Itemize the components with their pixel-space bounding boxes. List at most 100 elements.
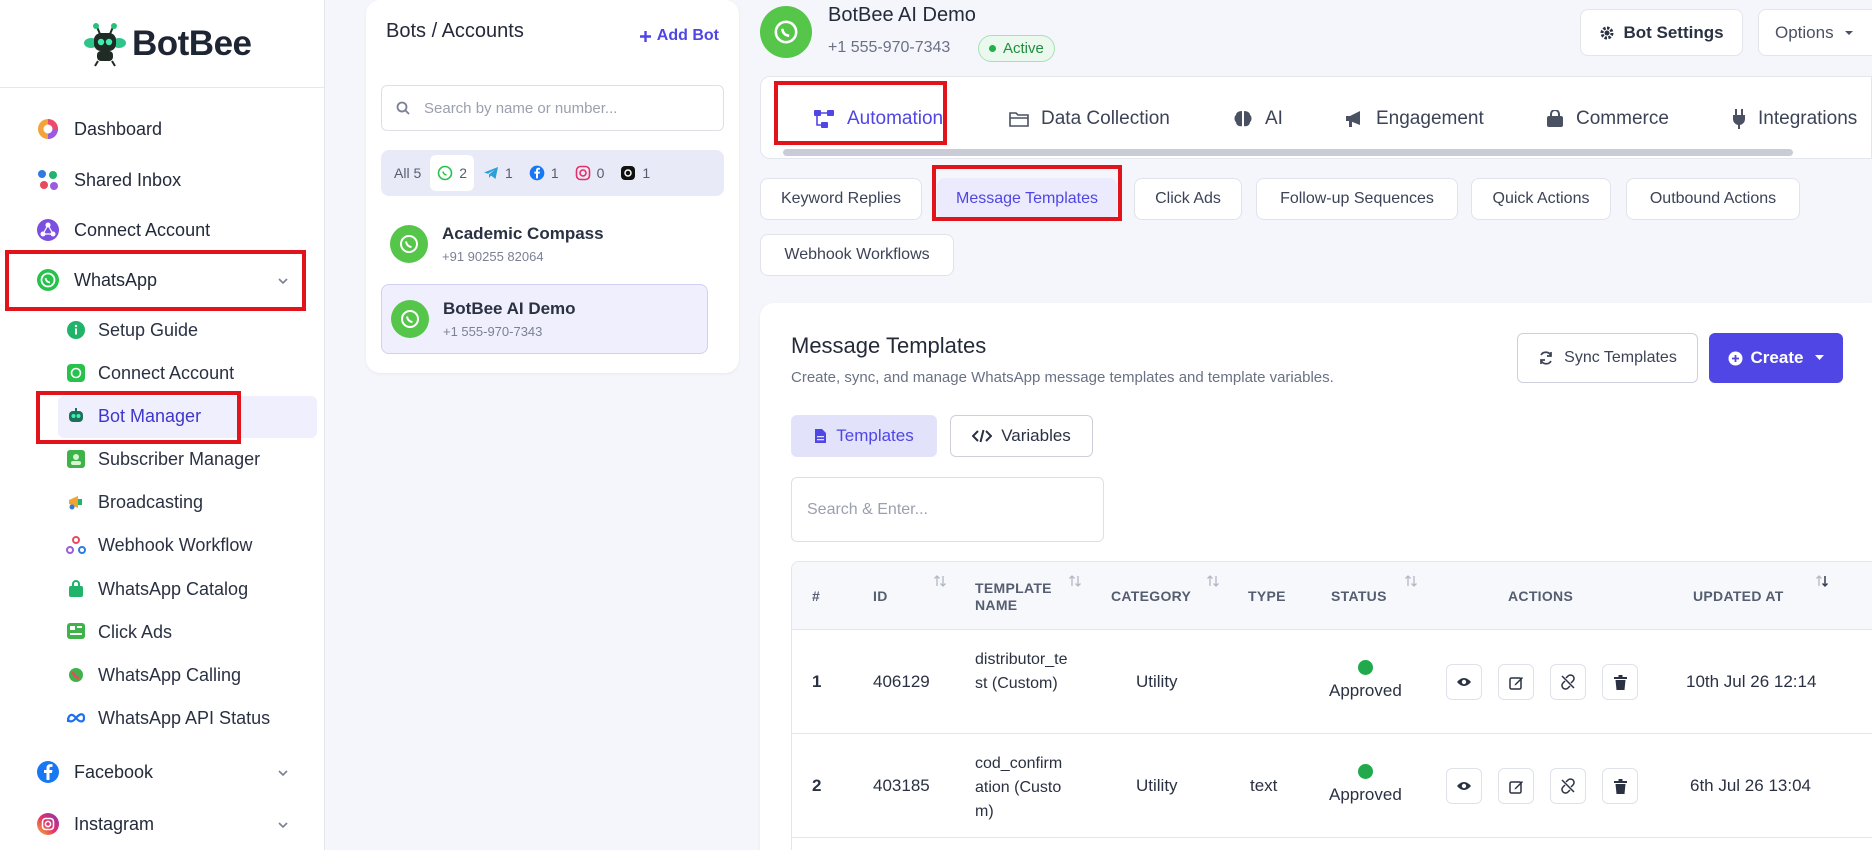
bot-settings-label: Bot Settings <box>1623 22 1724 42</box>
sidebar-item-shared-inbox[interactable]: Shared Inbox <box>36 165 181 195</box>
cell-updated-at: 6th Jul 26 13:04 <box>1690 776 1811 795</box>
subtab-label: Click Ads <box>1155 190 1221 207</box>
variables-toggle-label: Variables <box>1001 426 1071 445</box>
bot-avatar-whatsapp-icon <box>760 6 812 58</box>
col-status[interactable]: STATUS <box>1331 588 1387 604</box>
view-button[interactable] <box>1446 768 1482 804</box>
sidebar-subitem-whatsapp-calling[interactable]: WhatsApp Calling <box>66 660 241 690</box>
shopping-bag-icon <box>66 579 86 599</box>
main-tab-bar: Automation Data Collection AI Engagement… <box>760 76 1872 159</box>
col-category[interactable]: CATEGORY <box>1111 588 1191 604</box>
cell-num: 1 <box>812 672 822 691</box>
whatsapp-icon <box>437 165 453 181</box>
edit-button[interactable] <box>1498 664 1534 700</box>
tab-data-collection[interactable]: Data Collection <box>1009 99 1170 139</box>
sidebar-item-facebook[interactable]: Facebook <box>36 757 153 787</box>
col-updated-at[interactable]: UPDATED AT <box>1693 588 1784 604</box>
col-actions: ACTIONS <box>1508 588 1574 604</box>
sort-desc-icon[interactable] <box>1815 574 1829 588</box>
sidebar-subitem-connect-account[interactable]: Connect Account <box>66 358 234 388</box>
create-label: Create <box>1750 348 1804 367</box>
subtab-webhook-workflows[interactable]: Webhook Workflows <box>760 234 954 276</box>
subtab-click-ads[interactable]: Click Ads <box>1134 178 1242 220</box>
filter-threads[interactable]: 1 <box>613 155 657 191</box>
options-dropdown[interactable]: Options <box>1758 9 1872 56</box>
unlink-icon <box>1561 778 1575 794</box>
plus-icon <box>639 30 651 42</box>
sidebar-subitem-webhook-workflow[interactable]: Webhook Workflow <box>66 530 252 560</box>
bot-list-item[interactable]: Academic Compass +91 90255 82064 <box>381 209 708 279</box>
col-id[interactable]: ID <box>873 588 888 604</box>
tab-commerce[interactable]: Commerce <box>1546 99 1669 139</box>
subtab-follow-up-sequences[interactable]: Follow-up Sequences <box>1256 178 1458 220</box>
filter-instagram[interactable]: 0 <box>568 155 612 191</box>
bot-settings-button[interactable]: Bot Settings <box>1580 9 1743 56</box>
filter-facebook[interactable]: 1 <box>522 155 566 191</box>
sort-icon[interactable] <box>933 574 947 588</box>
variables-toggle[interactable]: Variables <box>950 415 1093 457</box>
sidebar-subitem-click-ads[interactable]: Click Ads <box>66 617 172 647</box>
bot-search-input[interactable]: Search by name or number... <box>381 85 724 131</box>
sync-templates-button[interactable]: Sync Templates <box>1517 333 1698 383</box>
edit-button[interactable] <box>1498 768 1534 804</box>
logo[interactable]: BotBee <box>82 18 252 70</box>
sidebar-item-instagram[interactable]: Instagram <box>36 809 154 839</box>
status-label: Active <box>1003 40 1044 57</box>
sidebar-subitem-label: Click Ads <box>98 621 173 642</box>
unlink-button[interactable] <box>1550 664 1586 700</box>
sidebar-subitem-label: WhatsApp API Status <box>98 707 271 728</box>
view-button[interactable] <box>1446 664 1482 700</box>
status-badge: Active <box>978 35 1055 62</box>
folder-icon <box>1009 112 1029 127</box>
tab-bar-scrollbar[interactable] <box>783 149 1793 156</box>
subtab-outbound-actions[interactable]: Outbound Actions <box>1626 178 1800 220</box>
add-bot-label: Add Bot <box>656 27 719 44</box>
click-ads-icon <box>66 622 86 642</box>
connect-account-icon <box>36 218 60 242</box>
bot-number: +1 555-970-7343 <box>443 324 543 339</box>
unlink-button[interactable] <box>1550 768 1586 804</box>
highlight-box-message-templates <box>932 165 1122 221</box>
cell-template-name: distributor_test (Custom) <box>975 651 1068 692</box>
instagram-icon <box>36 812 60 836</box>
instagram-icon <box>575 165 590 181</box>
sidebar-subitem-setup-guide[interactable]: Setup Guide <box>66 315 198 345</box>
filter-telegram[interactable]: 1 <box>476 155 520 191</box>
bot-list-item-selected[interactable]: BotBee AI Demo +1 555-970-7343 <box>381 284 708 354</box>
sort-icon[interactable] <box>1206 574 1220 588</box>
sidebar-subitem-label: Connect Account <box>98 362 235 383</box>
filter-whatsapp[interactable]: 2 <box>430 155 475 191</box>
card-title: Message Templates <box>791 333 987 358</box>
delete-button[interactable] <box>1602 768 1638 804</box>
tab-integrations[interactable]: Integrations <box>1732 99 1857 139</box>
tab-label: Engagement <box>1376 108 1484 129</box>
sort-icon[interactable] <box>1068 574 1082 588</box>
sidebar-subitem-whatsapp-catalog[interactable]: WhatsApp Catalog <box>66 574 248 604</box>
sidebar-subitem-broadcasting[interactable]: Broadcasting <box>66 487 203 517</box>
sidebar-item-connect-account[interactable]: Connect Account <box>36 215 210 245</box>
shopping-bag-icon <box>1547 110 1563 127</box>
templates-toggle[interactable]: Templates <box>791 415 937 457</box>
sidebar-item-dashboard[interactable]: Dashboard <box>36 114 162 144</box>
sidebar-item-label: Instagram <box>74 813 155 834</box>
chevron-down-icon[interactable] <box>276 818 290 832</box>
add-bot-button[interactable]: Add Bot <box>639 27 719 45</box>
subtab-quick-actions[interactable]: Quick Actions <box>1471 178 1611 220</box>
filter-all[interactable]: All 5 <box>387 155 428 191</box>
status-approved-dot <box>1357 660 1373 675</box>
logo-divider <box>0 87 324 88</box>
sort-icon[interactable] <box>1404 574 1418 588</box>
sidebar-subitem-whatsapp-api-status[interactable]: WhatsApp API Status <box>66 703 270 733</box>
col-num: # <box>812 588 821 604</box>
highlight-box-bot-manager <box>36 391 241 444</box>
tab-engagement[interactable]: Engagement <box>1344 99 1484 139</box>
delete-button[interactable] <box>1602 664 1638 700</box>
create-button[interactable]: Create <box>1709 333 1843 383</box>
chevron-down-icon[interactable] <box>276 766 290 780</box>
col-template-name[interactable]: TEMPLATE NAME <box>975 580 1065 614</box>
tab-ai[interactable]: AI <box>1233 99 1283 139</box>
subtab-keyword-replies[interactable]: Keyword Replies <box>760 178 922 220</box>
template-search-input[interactable]: Search & Enter... <box>791 477 1104 542</box>
sidebar-subitem-subscriber-manager[interactable]: Subscriber Manager <box>66 444 260 474</box>
template-search-placeholder: Search & Enter... <box>807 500 928 518</box>
